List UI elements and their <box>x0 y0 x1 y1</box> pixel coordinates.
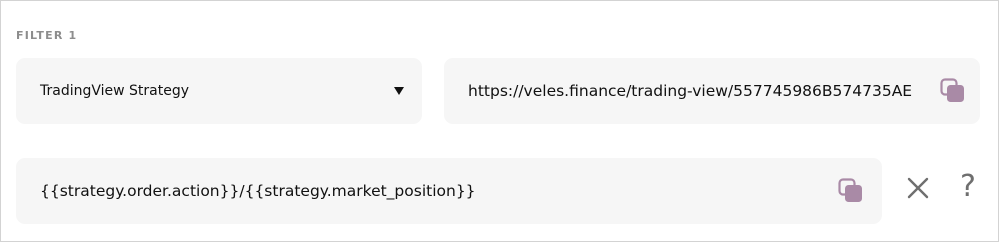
strategy-select-value: TradingView Strategy <box>40 83 190 99</box>
close-icon[interactable] <box>904 174 932 202</box>
copy-icon[interactable] <box>838 178 864 204</box>
webhook-url-field[interactable]: https://veles.finance/trading-view/55774… <box>444 58 980 124</box>
filter-card: FILTER 1 TradingView Strategy https://ve… <box>0 0 999 242</box>
copy-icon[interactable] <box>940 78 966 104</box>
strategy-select[interactable]: TradingView Strategy <box>16 58 422 124</box>
condition-value[interactable]: {{strategy.order.action}}/{{strategy.mar… <box>40 182 476 200</box>
filter-title: FILTER 1 <box>16 29 78 42</box>
chevron-down-icon[interactable] <box>394 87 404 95</box>
condition-field[interactable]: {{strategy.order.action}}/{{strategy.mar… <box>16 158 882 224</box>
webhook-url-value[interactable]: https://veles.finance/trading-view/55774… <box>468 82 930 100</box>
help-icon[interactable]: ? <box>954 169 982 205</box>
